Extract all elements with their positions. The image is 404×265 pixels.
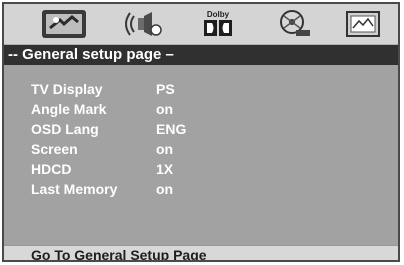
setting-value: PS — [156, 81, 175, 97]
page-title: -- General setup page – — [8, 46, 174, 63]
dolby-label: Dolby — [207, 10, 230, 19]
setting-label: Angle Mark — [31, 101, 107, 117]
setting-label: HDCD — [31, 161, 72, 177]
setting-label: TV Display — [31, 81, 103, 97]
setting-value: on — [156, 141, 174, 157]
setup-icon-bar: Dolby — [4, 4, 398, 45]
osd-screen: Dolby -- General setup page – TV Display… — [2, 2, 400, 262]
general-setup-icon[interactable] — [40, 8, 88, 40]
setting-row-tv-display[interactable]: TV Display PS — [4, 81, 398, 101]
video-setup-icon[interactable] — [272, 8, 316, 40]
setting-label: OSD Lang — [31, 121, 99, 137]
setting-row-last-memory[interactable]: Last Memory on — [4, 181, 398, 201]
speaker-setup-icon[interactable] — [122, 8, 166, 40]
setting-row-screen[interactable]: Screen on — [4, 141, 398, 161]
status-bar: Go To General Setup Page — [4, 246, 398, 262]
setting-value: ENG — [156, 121, 187, 137]
page-title-bar: -- General setup page – — [4, 45, 398, 65]
setting-value: 1X — [156, 161, 174, 177]
setting-value: on — [156, 101, 174, 117]
preference-icon[interactable] — [344, 8, 382, 40]
setting-row-angle-mark[interactable]: Angle Mark on — [4, 101, 398, 121]
settings-menu: TV Display PS Angle Mark on OSD Lang ENG… — [4, 65, 398, 245]
setting-row-osd-lang[interactable]: OSD Lang ENG — [4, 121, 398, 141]
setting-label: Screen — [31, 141, 78, 157]
setting-row-hdcd[interactable]: HDCD 1X — [4, 161, 398, 181]
setting-label: Last Memory — [31, 181, 118, 197]
dolby-digital-icon[interactable]: Dolby — [200, 8, 236, 40]
setting-value: on — [156, 181, 174, 197]
status-text: Go To General Setup Page — [31, 247, 207, 262]
